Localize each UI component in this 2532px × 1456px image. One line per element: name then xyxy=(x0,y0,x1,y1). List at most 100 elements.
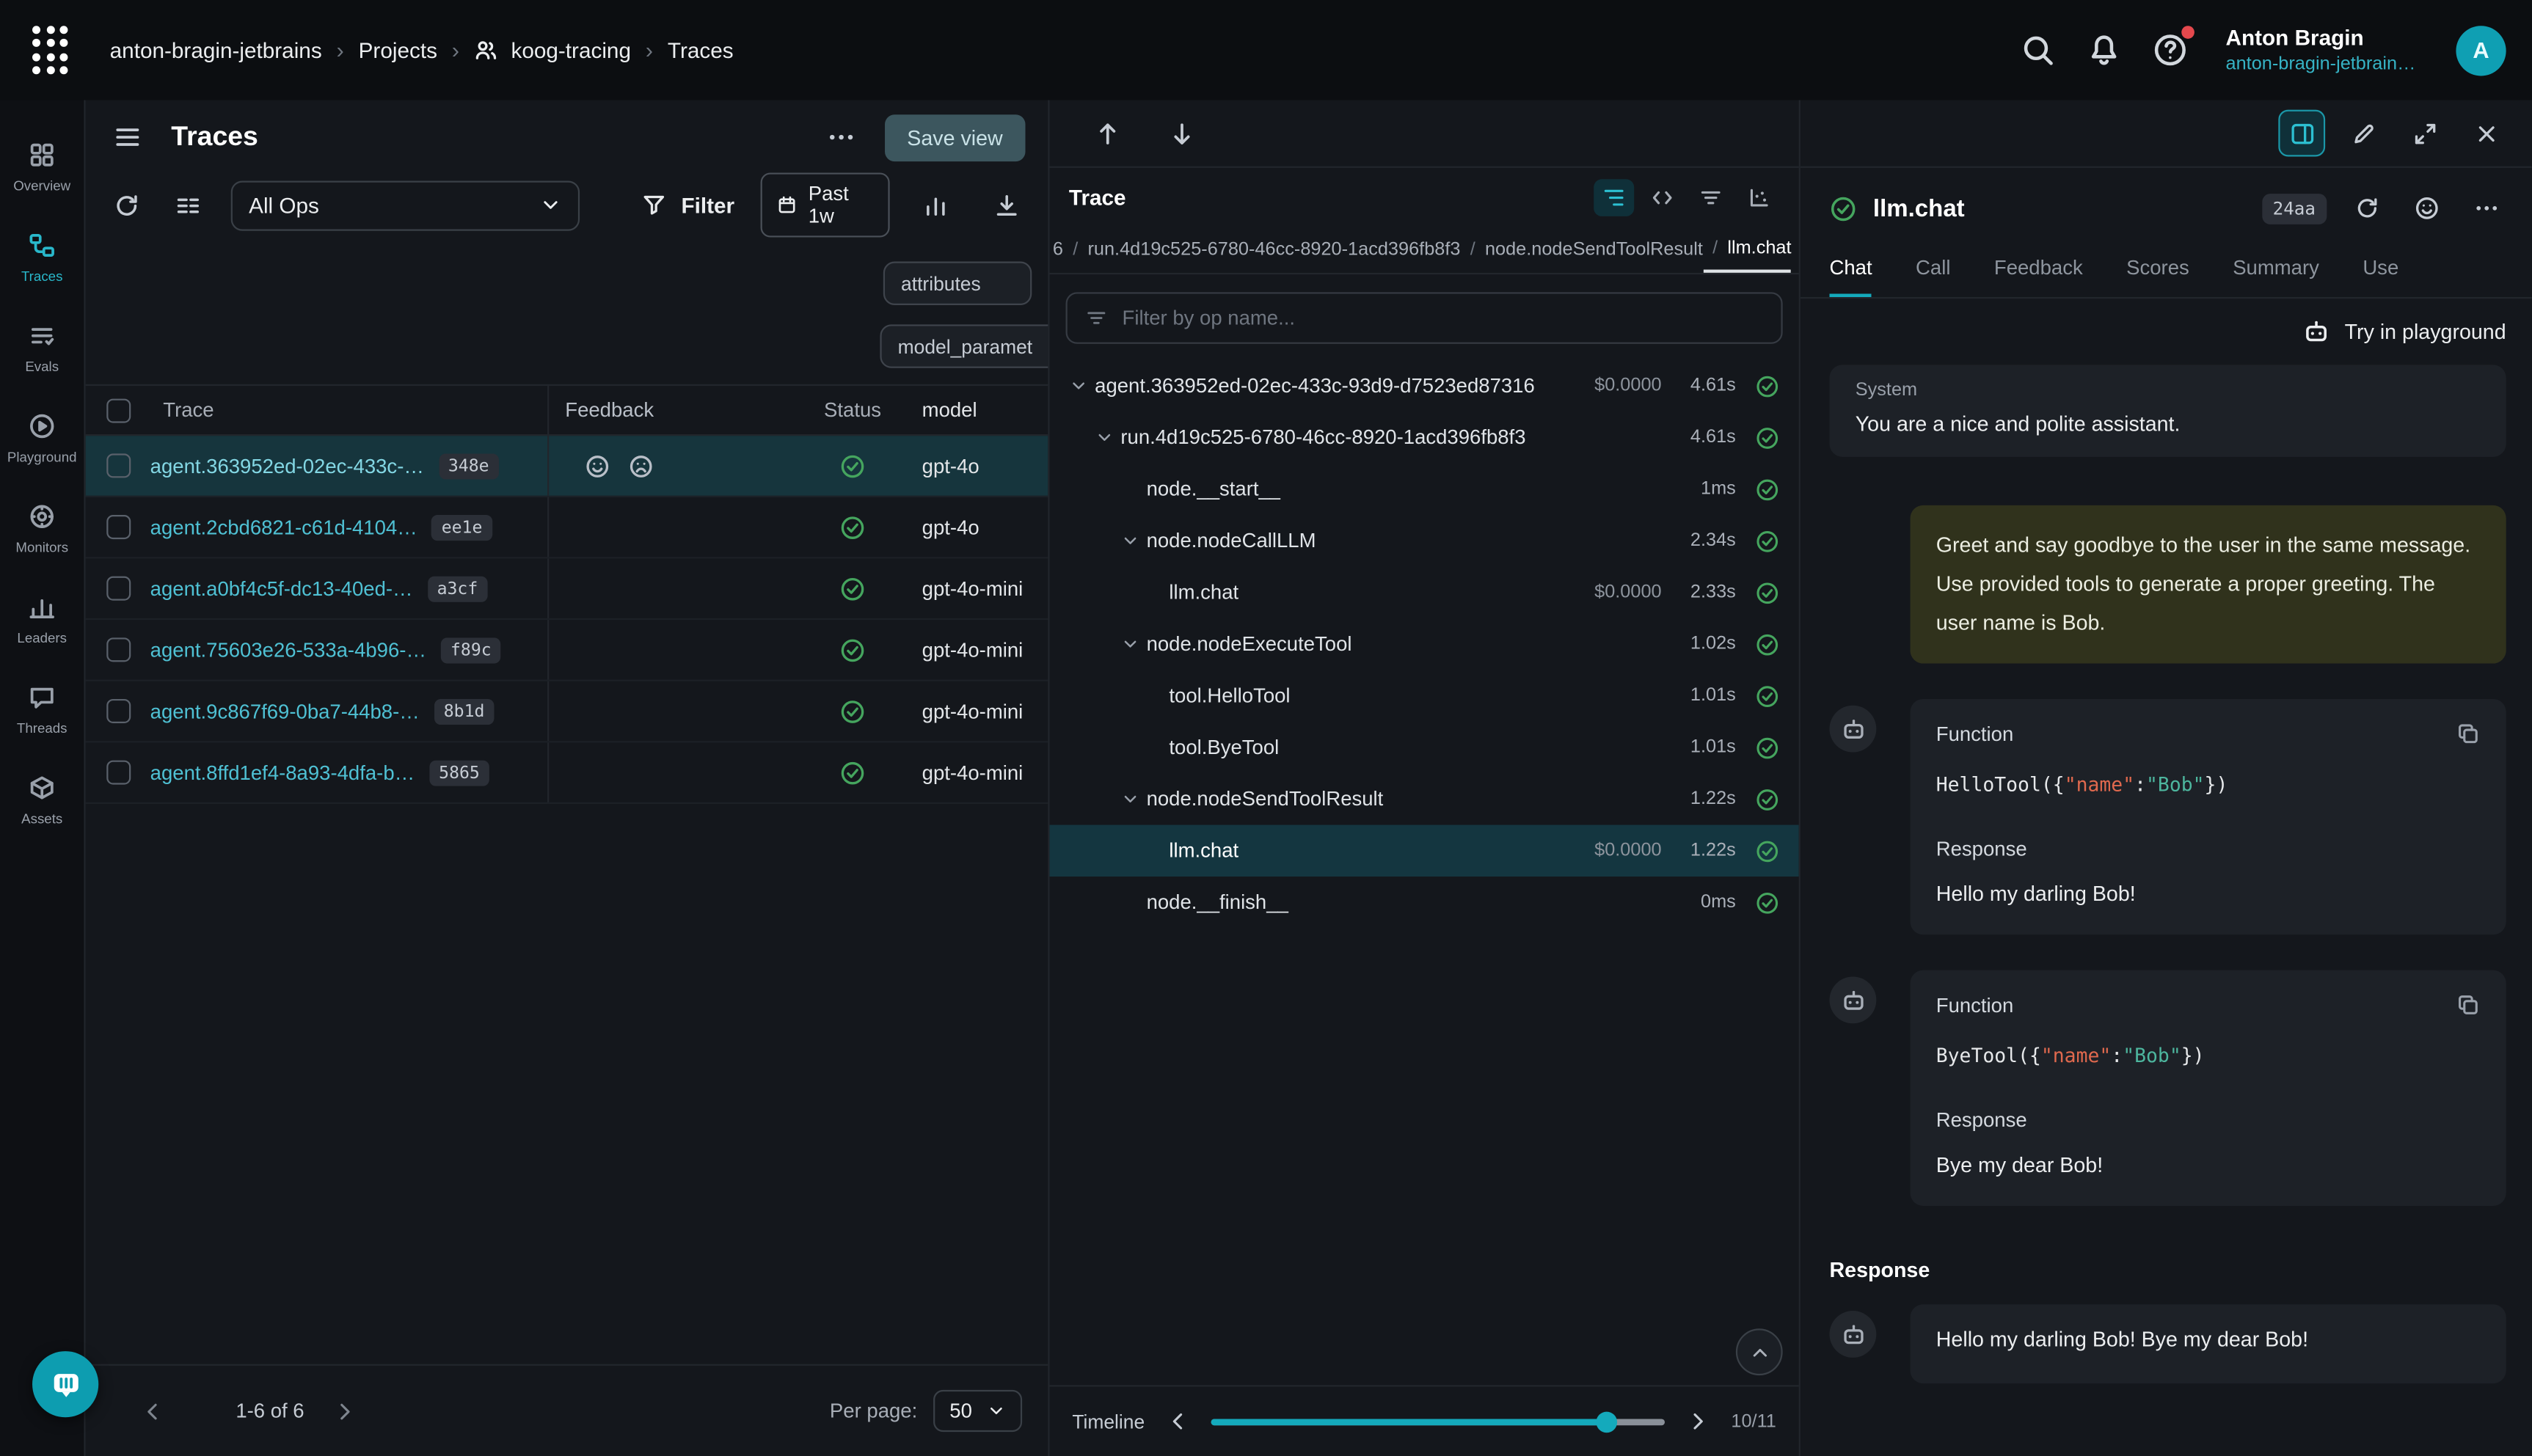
sidebar-item-overview[interactable]: Overview xyxy=(0,126,84,208)
tab-call[interactable]: Call xyxy=(1916,242,1950,297)
negative-feedback-icon[interactable] xyxy=(628,453,654,478)
chart-view-icon[interactable] xyxy=(916,186,955,224)
row-checkbox[interactable] xyxy=(106,577,130,601)
tab-use[interactable]: Use xyxy=(2363,242,2398,297)
filter-button[interactable]: Filter xyxy=(641,192,734,218)
save-view-button[interactable]: Save view xyxy=(884,114,1025,161)
tree-node-selected[interactable]: llm.chat $0.0000 1.22s xyxy=(1050,825,1799,877)
manage-columns-icon[interactable] xyxy=(169,186,205,224)
sidebar-item-leaders[interactable]: Leaders xyxy=(0,578,84,660)
breadcrumb-project[interactable]: koog-tracing xyxy=(474,37,631,63)
tree-node[interactable]: run.4d19c525-6780-46cc-8920-1acd396fb8f3… xyxy=(1050,411,1799,463)
column-chip-attributes[interactable]: attributes xyxy=(883,262,1032,305)
sidebar-item-monitors[interactable]: Monitors xyxy=(0,488,84,570)
add-feedback-icon[interactable] xyxy=(2407,189,2446,227)
call-hash-badge[interactable]: 24aa xyxy=(2261,193,2327,224)
app-logo[interactable] xyxy=(32,26,68,75)
sidebar-item-assets[interactable]: Assets xyxy=(0,758,84,841)
avatar[interactable]: A xyxy=(2456,25,2506,75)
table-row[interactable]: agent.8ffd1ef4-8a93-4dfa-b… 5865 gpt-4o-… xyxy=(86,742,1048,804)
row-checkbox[interactable] xyxy=(106,761,130,785)
chevron-down-icon[interactable] xyxy=(1120,789,1146,808)
breadcrumb-projects[interactable]: Projects xyxy=(359,38,437,62)
next-trace-icon[interactable] xyxy=(1163,114,1202,153)
table-row[interactable]: agent.a0bf4c5f-dc13-40ed-… a3cf gpt-4o-m… xyxy=(86,558,1048,620)
per-page-select[interactable]: 50 xyxy=(933,1390,1022,1432)
scroll-to-top-button[interactable] xyxy=(1736,1328,1783,1375)
column-chip-model-parameters[interactable]: model_paramet xyxy=(880,324,1049,367)
copy-icon[interactable] xyxy=(2456,993,2480,1017)
edit-pencil-icon[interactable] xyxy=(2340,110,2387,157)
more-options-icon[interactable] xyxy=(822,118,861,157)
close-icon[interactable] xyxy=(2462,110,2509,157)
trace-link[interactable]: agent.8ffd1ef4-8a93-4dfa-b… xyxy=(150,761,415,784)
timeline-prev-icon[interactable] xyxy=(1166,1409,1190,1433)
help-icon[interactable] xyxy=(2153,32,2188,67)
retry-refresh-icon[interactable] xyxy=(2348,189,2387,227)
timeline-slider-handle[interactable] xyxy=(1595,1411,1616,1432)
trace-link[interactable]: agent.9c867f69-0ba7-44b8-… xyxy=(150,700,420,722)
trace-breadcrumb-current[interactable]: llm.chat xyxy=(1703,226,1792,273)
tree-node[interactable]: node.__start__ 1ms xyxy=(1050,464,1799,515)
tab-feedback[interactable]: Feedback xyxy=(1994,242,2083,297)
table-row[interactable]: agent.75603e26-533a-4b96-… f89c gpt-4o-m… xyxy=(86,620,1048,681)
sidebar-item-traces[interactable]: Traces xyxy=(0,216,84,299)
positive-feedback-icon[interactable] xyxy=(585,453,610,478)
split-view-icon[interactable] xyxy=(2278,110,2325,157)
sidebar-item-threads[interactable]: Threads xyxy=(0,668,84,750)
table-row[interactable]: agent.2cbd6821-c61d-4104… ee1e gpt-4o xyxy=(86,497,1048,559)
select-all-checkbox[interactable] xyxy=(106,398,130,422)
fullscreen-icon[interactable] xyxy=(2401,110,2448,157)
next-page-icon[interactable] xyxy=(333,1399,357,1423)
row-checkbox[interactable] xyxy=(106,453,130,478)
trace-breadcrumb-node[interactable]: node.nodeSendToolResult xyxy=(1460,226,1702,273)
timeline-slider[interactable] xyxy=(1211,1418,1665,1424)
tree-node[interactable]: node.__finish__ 0ms xyxy=(1050,877,1799,928)
trace-link[interactable]: agent.a0bf4c5f-dc13-40ed-… xyxy=(150,577,413,600)
search-icon[interactable] xyxy=(2021,32,2056,67)
timeline-next-icon[interactable] xyxy=(1686,1409,1710,1433)
chevron-down-icon[interactable] xyxy=(1095,428,1120,447)
copy-icon[interactable] xyxy=(2456,722,2480,746)
trace-breadcrumb-run[interactable]: run.4d19c525-6780-46cc-8920-1acd396fb8f3 xyxy=(1063,226,1460,273)
trace-link[interactable]: agent.363952ed-02ec-433c-… xyxy=(150,455,424,478)
scatter-chart-icon[interactable] xyxy=(1739,178,1779,216)
table-row[interactable]: agent.9c867f69-0ba7-44b8-… 8b1d gpt-4o-m… xyxy=(86,681,1048,743)
prev-page-icon[interactable] xyxy=(140,1399,164,1423)
user-menu[interactable]: Anton Bragin anton-bragin-jetbrain… xyxy=(2226,26,2416,74)
tree-node[interactable]: node.nodeCallLLM 2.34s xyxy=(1050,515,1799,566)
refresh-icon[interactable] xyxy=(108,186,144,224)
tree-node[interactable]: llm.chat $0.0000 2.33s xyxy=(1050,566,1799,618)
flame-graph-icon[interactable] xyxy=(1690,178,1731,216)
export-download-icon[interactable] xyxy=(987,186,1026,224)
collapse-sidebar-icon[interactable] xyxy=(108,118,147,157)
tab-chat[interactable]: Chat xyxy=(1830,242,1872,297)
chevron-down-icon[interactable] xyxy=(1120,634,1146,654)
prev-trace-icon[interactable] xyxy=(1088,114,1127,153)
op-filter-input[interactable] xyxy=(1123,307,1764,329)
notifications-bell-icon[interactable] xyxy=(2087,32,2122,67)
tree-node[interactable]: tool.ByeTool 1.01s xyxy=(1050,722,1799,773)
row-checkbox[interactable] xyxy=(106,637,130,662)
tree-node[interactable]: node.nodeExecuteTool 1.02s xyxy=(1050,618,1799,670)
code-view-icon[interactable] xyxy=(1642,178,1682,216)
tab-scores[interactable]: Scores xyxy=(2126,242,2189,297)
tree-node[interactable]: tool.HelloTool 1.01s xyxy=(1050,670,1799,721)
time-range-chip[interactable]: Past 1w xyxy=(760,172,889,237)
trace-link[interactable]: agent.75603e26-533a-4b96-… xyxy=(150,638,426,661)
sidebar-item-evals[interactable]: Evals xyxy=(0,307,84,389)
tree-node[interactable]: agent.363952ed-02ec-433c-93d9-d7523ed873… xyxy=(1050,360,1799,411)
chevron-down-icon[interactable] xyxy=(1120,531,1146,550)
row-checkbox[interactable] xyxy=(106,515,130,539)
row-checkbox[interactable] xyxy=(106,699,130,723)
chevron-down-icon[interactable] xyxy=(1069,376,1095,395)
more-options-icon[interactable] xyxy=(2467,189,2506,227)
sidebar-item-playground[interactable]: Playground xyxy=(0,397,84,479)
try-in-playground-button[interactable]: Try in playground xyxy=(2302,318,2506,345)
tree-view-icon[interactable] xyxy=(1594,178,1634,216)
tree-node[interactable]: node.nodeSendToolResult 1.22s xyxy=(1050,773,1799,824)
trace-link[interactable]: agent.2cbd6821-c61d-4104… xyxy=(150,516,417,538)
tab-summary[interactable]: Summary xyxy=(2233,242,2319,297)
support-chat-button[interactable] xyxy=(32,1351,98,1417)
table-row[interactable]: agent.363952ed-02ec-433c-… 348e gpt-4o xyxy=(86,436,1048,497)
